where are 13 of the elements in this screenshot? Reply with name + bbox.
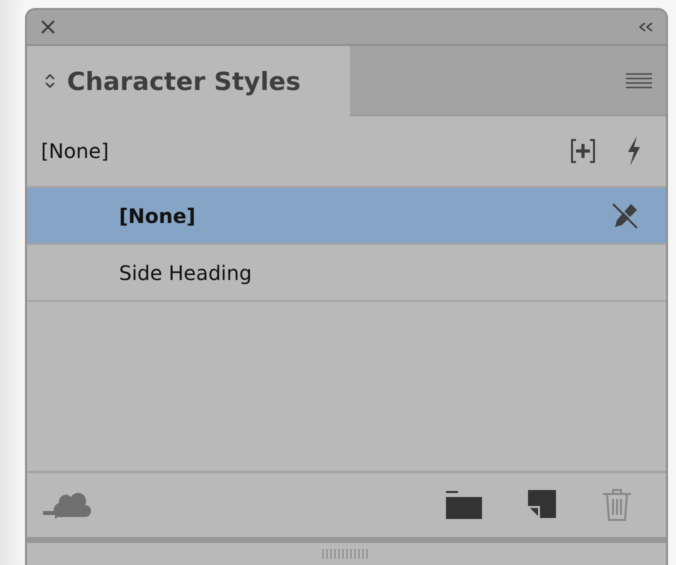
panel-tab[interactable]: Character Styles (27, 46, 350, 116)
folder-icon[interactable] (446, 491, 482, 519)
menu-icon[interactable] (626, 72, 652, 88)
style-name: [None] (119, 204, 197, 228)
new-style-icon[interactable] (528, 490, 556, 520)
current-style: [None] (41, 139, 110, 163)
style-item[interactable]: Side Heading (27, 245, 666, 302)
add-style-icon[interactable] (570, 138, 596, 164)
collapse-icon[interactable] (638, 22, 654, 32)
stepper-icon (45, 73, 55, 89)
close-icon[interactable] (41, 20, 55, 34)
style-name: Side Heading (119, 260, 253, 284)
style-item[interactable]: [None] (27, 188, 666, 245)
